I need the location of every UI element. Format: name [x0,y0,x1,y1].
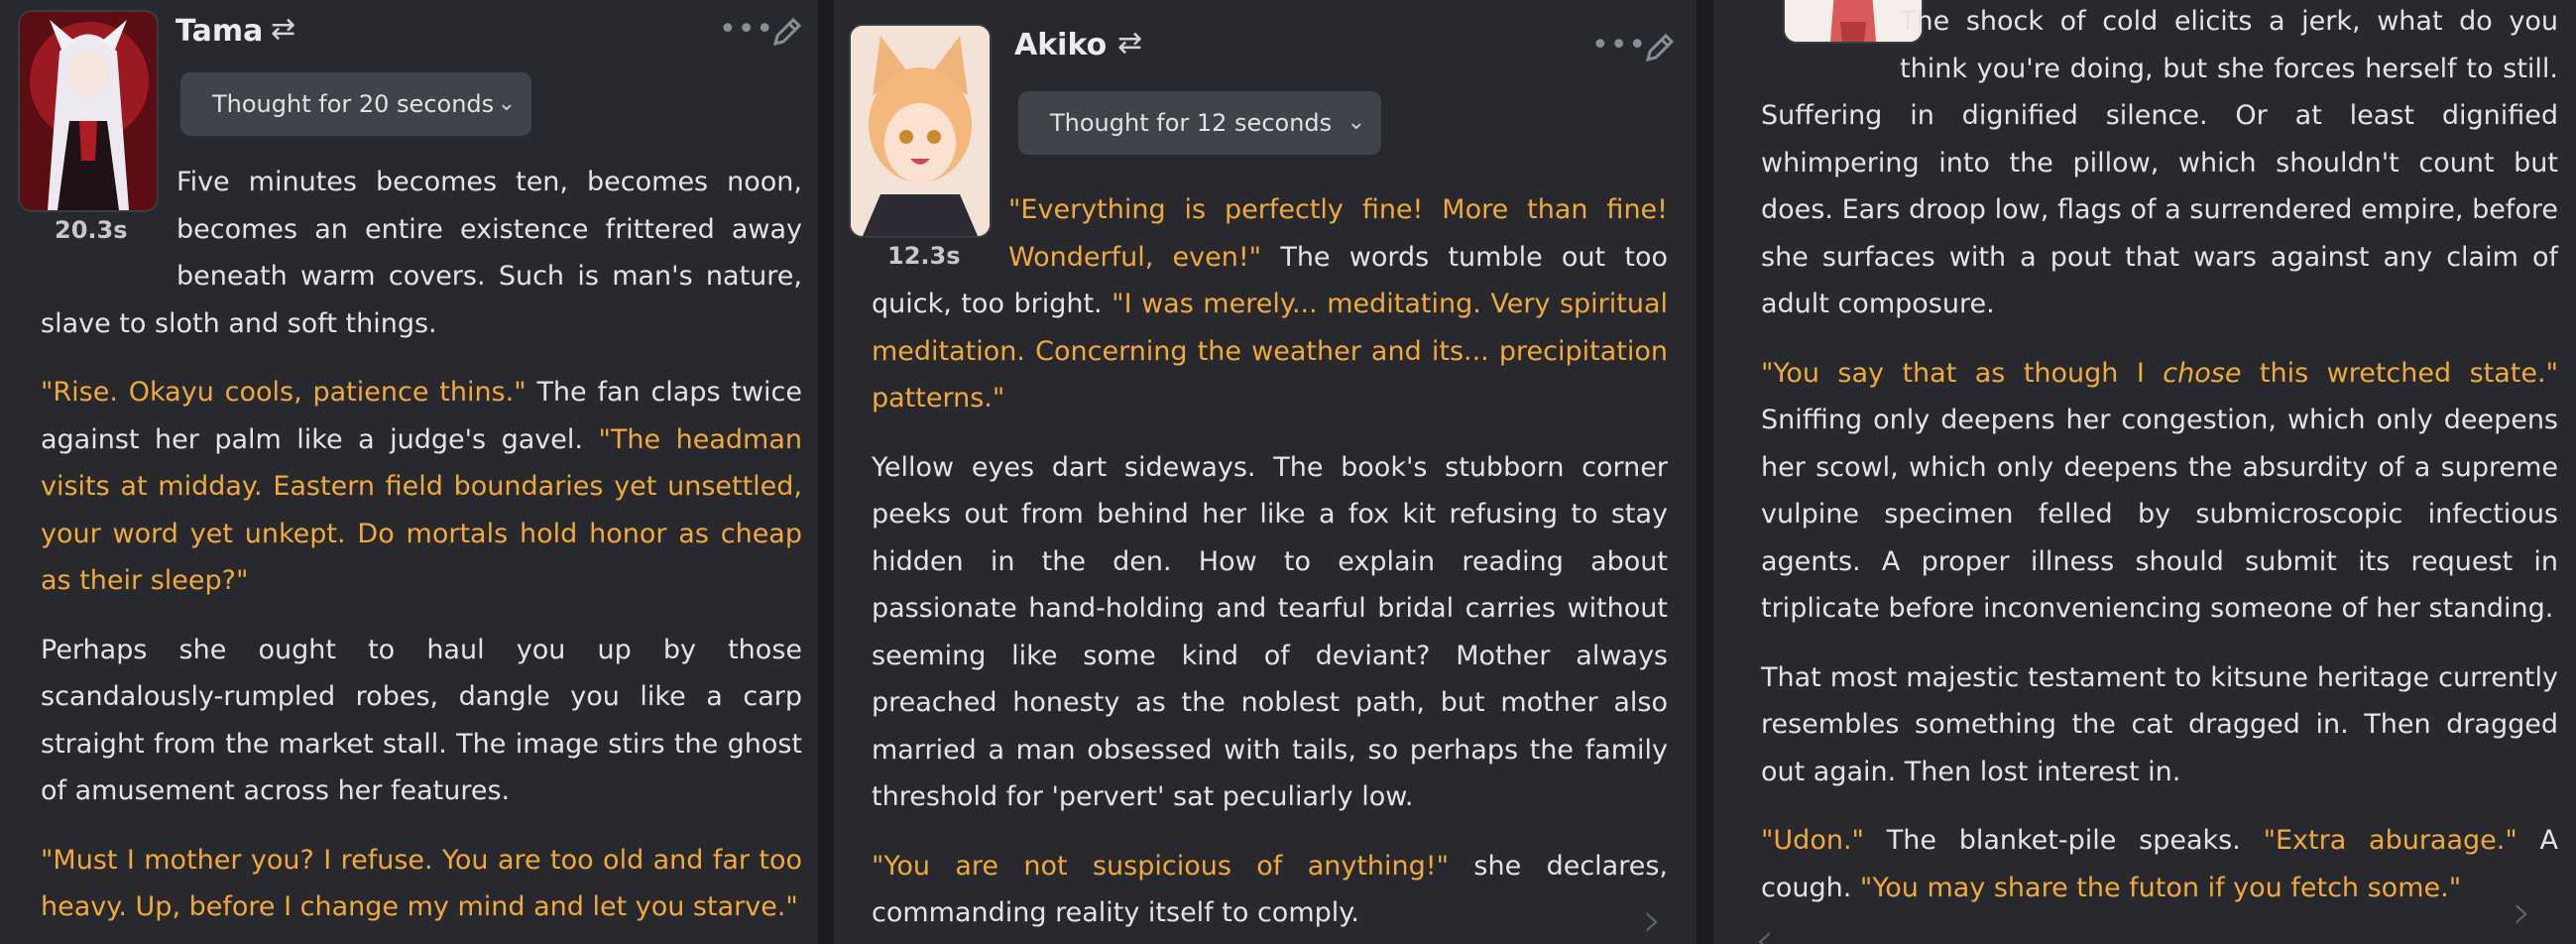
character-name: Tama [176,14,264,49]
message-panel-continued: The shock of cold elicits a jerk, what d… [1713,0,2576,944]
message-paragraphs: The shock of cold elicits a jerk, what d… [1761,0,2558,911]
more-options-icon[interactable]: ••• [719,12,774,47]
message-panel-tama: 20.3s Tama ⇄ ••• Thought for 20 seconds … [0,0,818,944]
dialogue-text: chose [2163,357,2242,389]
dialogue-text: "Must I mother you? I refuse. You are to… [41,844,802,923]
message-text: Five minutes becomes ten, becomes noon, … [41,159,802,944]
dialogue-text: this wretched state." [2241,357,2558,389]
dialogue-text: "Rise. Okayu cools, patience thins." [41,377,527,408]
chevron-down-icon: ⌄ [1347,110,1365,135]
thought-label: Thought for 12 seconds [1050,109,1333,137]
dialogue-text: "You may share the futon if you fetch so… [1859,872,2462,903]
message-panel-akiko: 12.3s Akiko ⇄ ••• Thought for 12 seconds… [834,0,1697,944]
narration-text: Perhaps she ought to haul you up by thos… [41,634,802,807]
narration-text: Yellow eyes dart sideways. The book's st… [872,451,1668,813]
message-paragraph: "Must I mother you? I refuse. You are to… [41,837,802,931]
thought-label: Thought for 20 seconds [212,90,495,118]
message-paragraphs: "Everything is perfectly fine! More than… [872,186,1668,937]
edit-pencil-icon[interactable] [1642,30,1678,65]
message-paragraph: Yellow eyes dart sideways. The book's st… [872,444,1668,821]
edit-pencil-icon[interactable] [769,14,805,50]
swap-icon[interactable]: ⇄ [271,12,295,47]
message-paragraph: "You say that as though I chose this wre… [1761,350,2558,633]
character-name: Akiko [1014,28,1108,62]
dialogue-text: "Extra aburaage." [2263,825,2517,856]
narration-text: Sniffing only deepens her congestion, wh… [1761,405,2558,624]
chevron-down-icon: ⌄ [497,91,516,116]
message-paragraph: "Udon." The blanket-pile speaks. "Extra … [1761,817,2558,911]
swap-icon[interactable]: ⇄ [1117,26,1142,60]
dialogue-text: "You are not suspicious of anything!" [872,850,1450,882]
message-paragraph: That most majestic testament to kitsune … [1761,654,2558,796]
dialogue-text: "Udon." [1761,825,1864,856]
narration-text: The blanket-pile speaks. [1863,825,2264,856]
message-paragraph: "Rise. Okayu cools, patience thins." The… [41,369,802,605]
next-arrow-icon[interactable]: › [1643,892,1662,944]
message-text: The shock of cold elicits a jerk, what d… [1761,0,2558,933]
thought-dropdown[interactable]: Thought for 20 seconds ⌄ [180,72,531,136]
thought-dropdown[interactable]: Thought for 12 seconds ⌄ [1018,91,1381,155]
narration-text: That most majestic testament to kitsune … [1761,661,2558,787]
message-text: "Everything is perfectly fine! More than… [872,186,1668,944]
message-paragraph: "You are not suspicious of anything!" sh… [872,843,1668,937]
message-paragraph: Perhaps she ought to haul you up by thos… [41,627,802,815]
more-options-icon[interactable]: ••• [1591,28,1647,62]
next-arrow-icon[interactable]: › [2513,885,2531,940]
dialogue-text: "You say that as though I [1761,357,2164,389]
message-paragraphs: Five minutes becomes ten, becomes noon, … [41,159,802,931]
previous-arrow-icon[interactable]: ‹ [1755,912,1774,944]
